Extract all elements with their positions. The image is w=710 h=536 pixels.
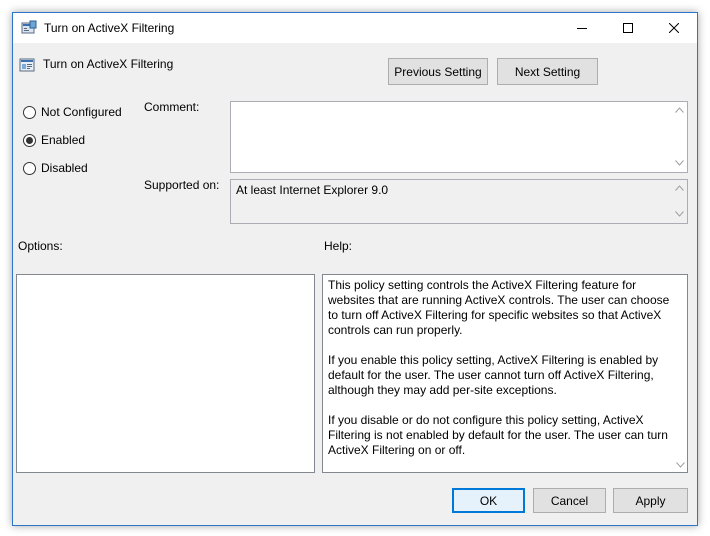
scroll-down-icon[interactable]	[675, 160, 684, 166]
help-paragraph: If you enable this policy setting, Activ…	[328, 353, 659, 397]
comment-field[interactable]	[230, 101, 688, 173]
radio-label: Disabled	[41, 161, 88, 175]
title-bar: Turn on ActiveX Filtering	[13, 13, 697, 43]
close-icon	[669, 23, 679, 33]
radio-button[interactable]	[23, 105, 36, 119]
radio-button[interactable]	[23, 161, 36, 175]
scroll-up-icon[interactable]	[675, 185, 684, 191]
window-title: Turn on ActiveX Filtering	[44, 21, 175, 35]
next-setting-button[interactable]: Next Setting	[497, 58, 598, 85]
scroll-down-icon[interactable]	[676, 462, 685, 468]
radio-enabled[interactable]: Enabled	[23, 133, 85, 147]
radio-button[interactable]	[23, 133, 36, 147]
apply-button[interactable]: Apply	[613, 488, 688, 513]
radio-label: Not Configured	[41, 105, 122, 119]
setting-icon	[19, 57, 35, 73]
scroll-up-icon[interactable]	[675, 107, 684, 113]
scroll-down-icon[interactable]	[675, 211, 684, 217]
options-label: Options:	[18, 239, 63, 253]
radio-label: Enabled	[41, 133, 86, 147]
setting-name: Turn on ActiveX Filtering	[43, 57, 174, 71]
comment-label: Comment:	[144, 100, 200, 114]
help-label: Help:	[324, 239, 353, 253]
close-button[interactable]	[651, 13, 697, 43]
policy-dialog-window: Turn on ActiveX Filtering Turn on Active…	[12, 12, 698, 526]
cancel-button[interactable]: Cancel	[533, 488, 606, 513]
radio-not-configured[interactable]: Not Configured	[23, 105, 122, 119]
minimize-button[interactable]	[559, 13, 605, 43]
radio-selected-dot	[26, 136, 33, 144]
supported-on-label: Supported on:	[144, 178, 220, 192]
previous-setting-button[interactable]: Previous Setting	[388, 58, 488, 85]
help-paragraph: If you disable or do not configure this …	[328, 413, 668, 457]
minimize-icon	[577, 23, 587, 33]
maximize-icon	[623, 23, 633, 33]
help-panel: This policy setting controls the ActiveX…	[322, 274, 688, 473]
ok-button[interactable]: OK	[452, 488, 525, 513]
help-paragraph: This policy setting controls the ActiveX…	[328, 278, 670, 337]
options-panel	[16, 274, 315, 473]
supported-on-field: At least Internet Explorer 9.0	[230, 179, 688, 224]
radio-disabled[interactable]: Disabled	[23, 161, 88, 175]
maximize-button[interactable]	[605, 13, 651, 43]
policy-settings-icon	[21, 20, 37, 36]
